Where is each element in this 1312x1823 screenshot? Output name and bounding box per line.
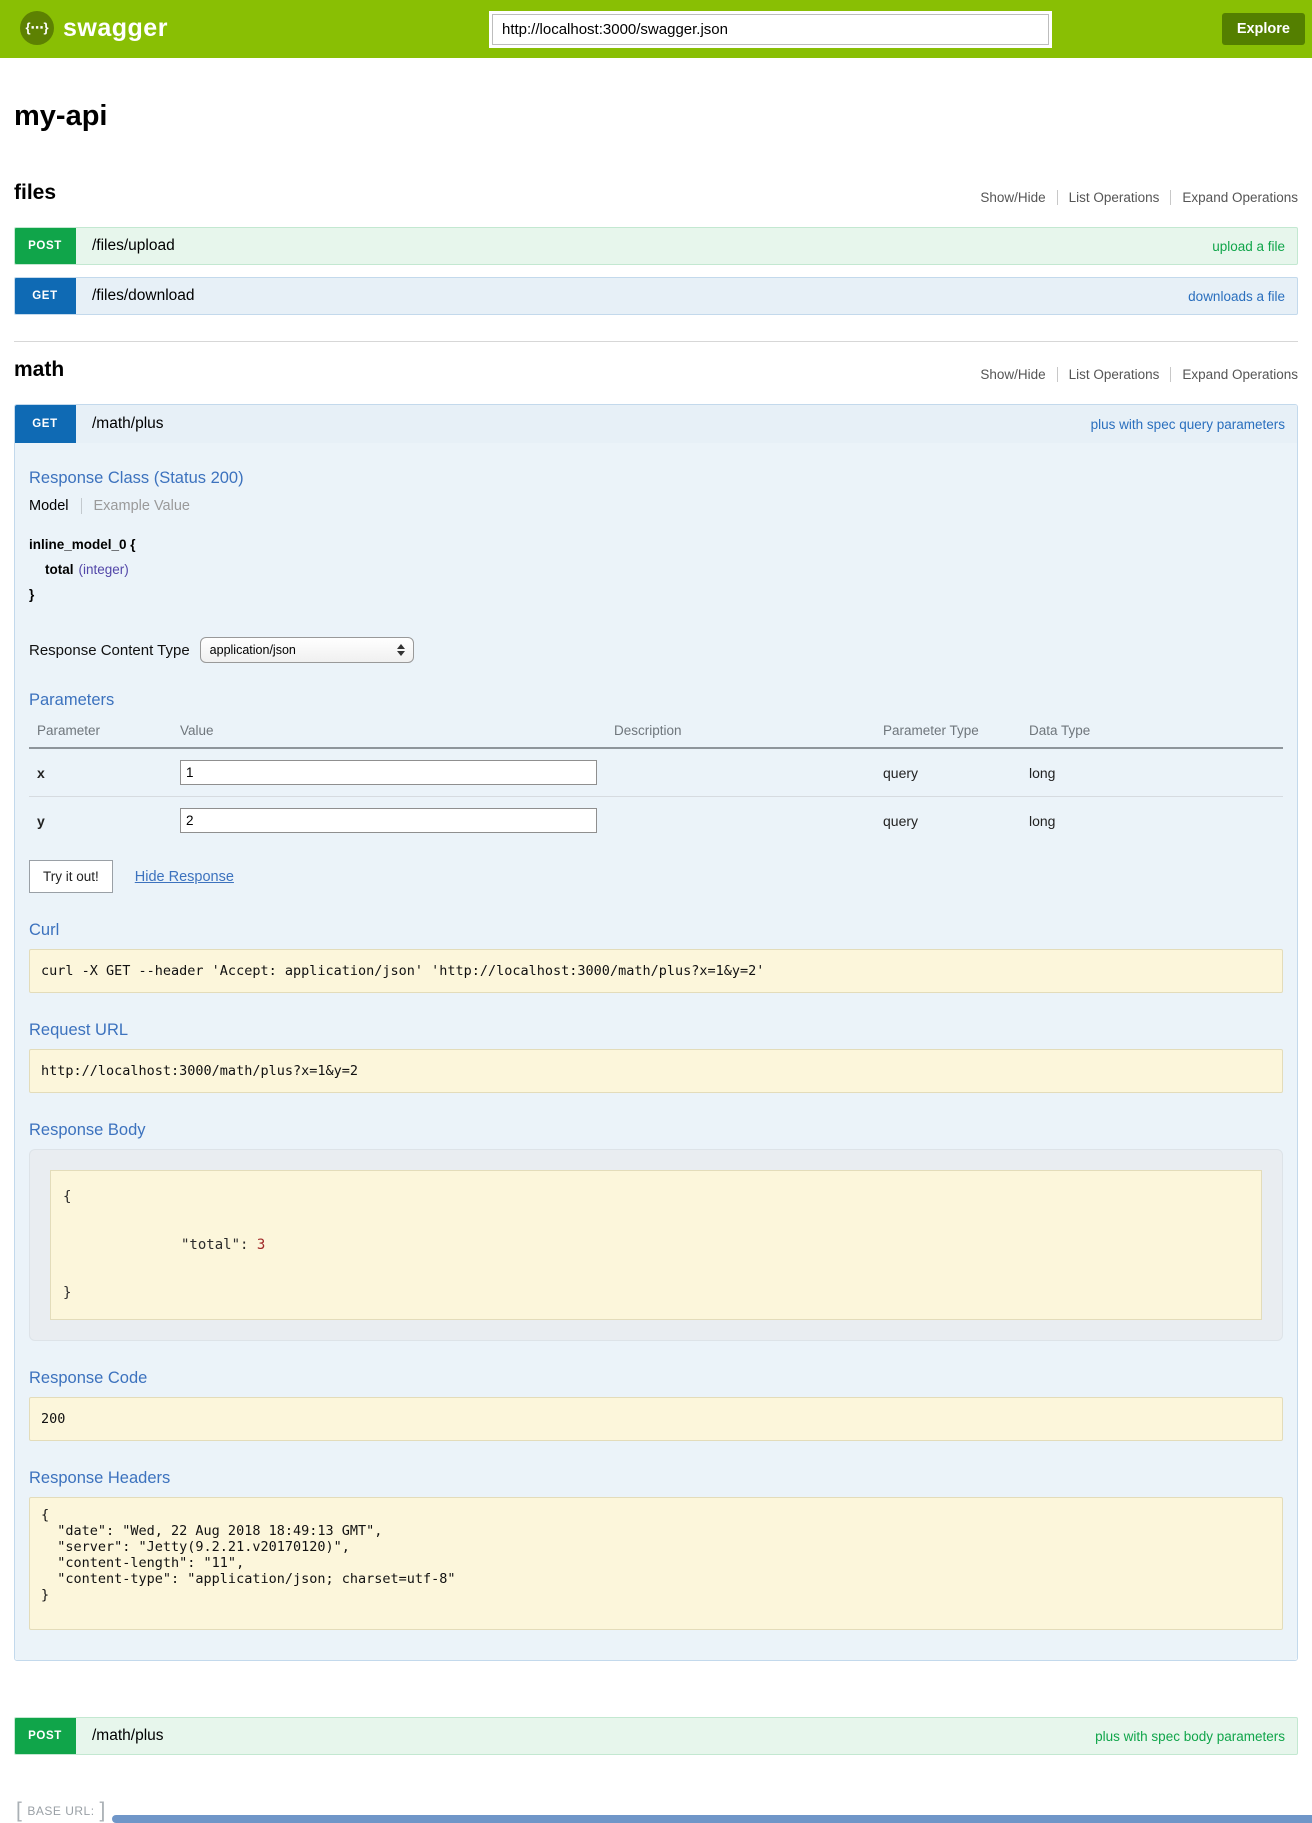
operation-summary[interactable]: plus with spec query parameters xyxy=(1091,405,1285,443)
parameter-value-input-x[interactable] xyxy=(180,760,597,785)
response-content-type-select[interactable]: application/json xyxy=(200,637,414,663)
json-open-brace: { xyxy=(63,1185,1249,1209)
list-operations-link[interactable]: List Operations xyxy=(1057,190,1171,205)
operation-summary[interactable]: plus with spec body parameters xyxy=(1095,1718,1285,1754)
response-code-heading: Response Code xyxy=(29,1369,1283,1388)
operation-get-files-download: GET /files/download downloads a file xyxy=(14,277,1298,315)
model-name: inline_model_0 { xyxy=(29,532,1283,557)
operation-heading[interactable]: GET /math/plus plus with spec query para… xyxy=(15,405,1297,443)
parameter-row-x: x query long xyxy=(29,748,1283,797)
parameter-description xyxy=(606,797,875,845)
resource-name[interactable]: math xyxy=(14,358,64,382)
spec-url-input[interactable] xyxy=(492,14,1049,45)
parameter-description xyxy=(606,748,875,797)
operation-post-math-plus: POST /math/plus plus with spec body para… xyxy=(14,1717,1298,1755)
base-url-label: BASE URL: xyxy=(27,1804,94,1818)
json-colon: : xyxy=(240,1237,257,1253)
parameter-name: x xyxy=(29,748,172,797)
operation-summary[interactable]: downloads a file xyxy=(1188,278,1285,314)
json-close-brace: } xyxy=(63,1281,1249,1305)
method-badge[interactable]: GET xyxy=(14,277,76,315)
request-url-value: http://localhost:3000/math/plus?x=1&y=2 xyxy=(29,1049,1283,1093)
footer-bracket-close: ] xyxy=(100,1799,106,1823)
operation-path[interactable]: /files/upload xyxy=(92,228,175,264)
model-close-brace: } xyxy=(29,582,1283,607)
tab-model[interactable]: Model xyxy=(29,498,69,514)
col-header-description: Description xyxy=(606,719,875,748)
parameter-type: query xyxy=(875,797,1021,845)
json-value: 3 xyxy=(257,1237,265,1253)
operation-get-math-plus: GET /math/plus plus with spec query para… xyxy=(14,404,1298,1661)
response-headers-heading: Response Headers xyxy=(29,1469,1283,1488)
resource-header-math: math Show/Hide List Operations Expand Op… xyxy=(14,358,1298,382)
tab-example-value[interactable]: Example Value xyxy=(81,498,190,514)
explore-button[interactable]: Explore xyxy=(1222,13,1305,45)
response-content-type-label: Response Content Type xyxy=(29,642,190,659)
json-key: "total" xyxy=(181,1237,240,1253)
parameters-heading: Parameters xyxy=(29,691,1283,710)
curl-heading: Curl xyxy=(29,921,1283,940)
response-body-container: { "total": 3 } xyxy=(29,1149,1283,1341)
response-class-heading: Response Class (Status 200) xyxy=(29,469,1283,488)
method-badge[interactable]: POST xyxy=(14,1717,76,1755)
resource-name[interactable]: files xyxy=(14,181,56,205)
parameters-table: Parameter Value Description Parameter Ty… xyxy=(29,719,1283,844)
curl-command: curl -X GET --header 'Accept: applicatio… xyxy=(29,949,1283,993)
resource-divider xyxy=(14,341,1298,342)
request-url-heading: Request URL xyxy=(29,1021,1283,1040)
parameter-row-y: y query long xyxy=(29,797,1283,845)
response-body-heading: Response Body xyxy=(29,1121,1283,1140)
try-it-out-button[interactable]: Try it out! xyxy=(29,860,113,893)
app-header: {⋯} swagger Explore xyxy=(0,0,1312,58)
model-property-type: (integer) xyxy=(79,562,129,577)
col-header-value: Value xyxy=(172,719,606,748)
operation-summary[interactable]: upload a file xyxy=(1212,228,1285,264)
model-property-name: total xyxy=(45,562,74,577)
operation-heading[interactable]: POST /files/upload upload a file xyxy=(14,227,1298,265)
operation-path[interactable]: /files/download xyxy=(92,278,195,314)
parameter-data-type: long xyxy=(1021,797,1283,845)
horizontal-scrollbar-thumb[interactable] xyxy=(112,1815,1312,1823)
parameter-data-type: long xyxy=(1021,748,1283,797)
parameter-name: y xyxy=(29,797,172,845)
list-operations-link[interactable]: List Operations xyxy=(1057,367,1171,382)
col-header-parameter-type: Parameter Type xyxy=(875,719,1021,748)
model-tabs: Model Example Value xyxy=(29,498,1283,514)
operation-post-files-upload: POST /files/upload upload a file xyxy=(14,227,1298,265)
method-badge[interactable]: POST xyxy=(14,227,76,265)
operation-heading[interactable]: POST /math/plus plus with spec body para… xyxy=(14,1717,1298,1755)
col-header-parameter: Parameter xyxy=(29,719,172,748)
response-body-json: { "total": 3 } xyxy=(50,1170,1262,1320)
col-header-data-type: Data Type xyxy=(1021,719,1283,748)
footer-bracket-open: [ xyxy=(16,1799,22,1823)
response-code-value: 200 xyxy=(29,1397,1283,1441)
hide-response-link[interactable]: Hide Response xyxy=(135,869,234,885)
swagger-logo: {⋯} swagger xyxy=(20,11,168,45)
operation-expanded-content: Response Class (Status 200) Model Exampl… xyxy=(15,443,1297,1660)
model-signature: inline_model_0 { total (integer) } xyxy=(29,532,1283,607)
operation-heading[interactable]: GET /files/download downloads a file xyxy=(14,277,1298,315)
expand-operations-link[interactable]: Expand Operations xyxy=(1170,367,1298,382)
resource-header-files: files Show/Hide List Operations Expand O… xyxy=(14,181,1298,205)
show-hide-link[interactable]: Show/Hide xyxy=(969,190,1056,205)
parameter-type: query xyxy=(875,748,1021,797)
method-badge[interactable]: GET xyxy=(15,405,76,443)
operation-path[interactable]: /math/plus xyxy=(92,405,164,443)
parameter-value-input-y[interactable] xyxy=(180,808,597,833)
expand-operations-link[interactable]: Expand Operations xyxy=(1170,190,1298,205)
response-headers-json: { "date": "Wed, 22 Aug 2018 18:49:13 GMT… xyxy=(29,1497,1283,1630)
brand-name: swagger xyxy=(63,14,168,43)
show-hide-link[interactable]: Show/Hide xyxy=(969,367,1056,382)
page-title: my-api xyxy=(14,100,1298,133)
operation-path[interactable]: /math/plus xyxy=(92,1718,164,1754)
swagger-logo-icon: {⋯} xyxy=(20,11,54,45)
